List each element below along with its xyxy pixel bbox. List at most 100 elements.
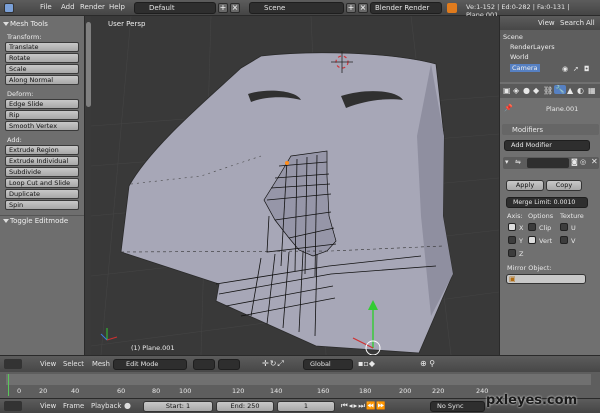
snap-icons[interactable]: ⊕ ⚲ xyxy=(420,359,435,368)
u-label: U xyxy=(571,224,576,232)
texture-tab-icon[interactable]: ▦ xyxy=(588,86,596,95)
visibility-eye-icon[interactable]: ◉ xyxy=(562,65,568,73)
menu-file[interactable]: File xyxy=(40,3,52,11)
u-checkbox[interactable] xyxy=(560,223,568,231)
current-frame-field[interactable]: 1 xyxy=(277,401,335,412)
select-arrow-icon[interactable]: ➚ xyxy=(573,65,579,73)
3d-viewport[interactable]: User Persp (1) Plane.001 xyxy=(91,16,499,355)
select-mode-icons[interactable]: ▪▫◆ xyxy=(358,359,375,368)
show-viewport-icon[interactable]: ◎ xyxy=(580,158,586,166)
merge-limit-field[interactable]: Merge Limit: 0.0010 xyxy=(506,197,588,208)
outliner-item-world[interactable]: World xyxy=(510,53,529,61)
scale-button[interactable]: Scale xyxy=(5,64,79,74)
layout-delete-button[interactable]: × xyxy=(230,3,240,13)
shading-select[interactable] xyxy=(193,359,215,370)
modifier-name-field[interactable] xyxy=(527,158,569,168)
translate-button[interactable]: Translate xyxy=(5,42,79,52)
scene-tab-icon[interactable]: ◈ xyxy=(513,86,519,95)
view3d-editor-type-icon[interactable] xyxy=(4,359,22,369)
scene-add-button[interactable]: + xyxy=(346,3,356,13)
scene-delete-button[interactable]: × xyxy=(358,3,368,13)
pivot-select[interactable] xyxy=(218,359,240,370)
object-tab-icon[interactable]: ◆ xyxy=(533,86,539,95)
timeline-tick: 200 xyxy=(399,387,412,395)
vert-checkbox[interactable] xyxy=(528,236,536,244)
axis-x-label: X xyxy=(519,224,524,232)
menu-help[interactable]: Help xyxy=(109,3,125,11)
mesh-tools-header[interactable]: Mesh Tools xyxy=(0,19,84,30)
playback-controls-icons[interactable]: ⏮◂▸⏭⏪⏩ xyxy=(341,401,387,411)
rip-button[interactable]: Rip xyxy=(5,110,79,120)
world-tab-icon[interactable]: ● xyxy=(523,86,530,95)
edge-slide-button[interactable]: Edge Slide xyxy=(5,99,79,109)
smooth-vertex-button[interactable]: Smooth Vertex xyxy=(5,121,79,131)
menu-render[interactable]: Render xyxy=(80,3,105,11)
add-modifier-select[interactable]: Add Modifier xyxy=(504,140,590,151)
pin-icon[interactable]: 📌 xyxy=(504,104,513,112)
data-tab-icon[interactable]: ▲ xyxy=(567,86,573,95)
constraints-tab-icon[interactable]: ⛓ xyxy=(543,86,553,95)
outliner-item-camera[interactable]: Camera xyxy=(510,64,540,72)
timeline-tick: 140 xyxy=(270,387,283,395)
mesh-menu[interactable]: Mesh xyxy=(92,360,110,368)
apply-label: Apply xyxy=(515,181,535,189)
outliner-item-scene[interactable]: Scene xyxy=(503,33,523,41)
properties-editor: ▣ ◈ ● ◆ ⛓ 🔧 ▲ ◐ ▦ 📌 Plane.001 Modifiers … xyxy=(499,82,600,355)
record-icon[interactable]: ● xyxy=(124,401,131,410)
sync-select[interactable]: No Sync xyxy=(430,401,485,412)
clip-checkbox[interactable] xyxy=(528,223,536,231)
remove-modifier-icon[interactable]: ✕ xyxy=(591,157,598,166)
copy-button[interactable]: Copy xyxy=(546,180,582,191)
render-engine-select[interactable]: Blender Render xyxy=(370,2,442,14)
mirror-object-field[interactable]: ▣ xyxy=(506,274,586,284)
editor-type-icon[interactable] xyxy=(4,3,14,13)
outliner-renderlayers-label: RenderLayers xyxy=(510,43,555,51)
outliner-filter-select[interactable]: All xyxy=(586,19,595,27)
timeline-view-menu[interactable]: View xyxy=(40,402,56,410)
toggle-editmode-header[interactable]: Toggle Editmode xyxy=(0,215,84,226)
scene-select[interactable]: Scene xyxy=(249,2,344,14)
axis-label: Axis: xyxy=(507,212,523,220)
show-render-icon[interactable]: ◙ xyxy=(571,158,578,166)
menu-add[interactable]: Add xyxy=(61,3,75,11)
end-frame-field[interactable]: End: 250 xyxy=(216,401,274,412)
material-tab-icon[interactable]: ◐ xyxy=(577,86,584,95)
timeline-editor-type-icon[interactable] xyxy=(4,401,22,411)
mode-select[interactable]: Edit Mode xyxy=(113,359,187,370)
view-menu[interactable]: View xyxy=(40,360,56,368)
axis-z-checkbox[interactable] xyxy=(508,249,516,257)
merge-limit-value: Merge Limit: 0.0010 xyxy=(513,199,576,206)
v-checkbox[interactable] xyxy=(560,236,568,244)
current-frame-marker[interactable] xyxy=(8,374,9,396)
subdivide-button[interactable]: Subdivide xyxy=(5,167,79,177)
layout-select[interactable]: Default xyxy=(134,2,216,14)
axis-y-label: Y xyxy=(519,237,523,245)
start-frame-field[interactable]: Start: 1 xyxy=(143,401,213,412)
axis-x-checkbox[interactable] xyxy=(508,223,516,231)
apply-button[interactable]: Apply xyxy=(506,180,544,191)
extrude-individual-button[interactable]: Extrude Individual xyxy=(5,156,79,166)
outliner-item-renderlayers[interactable]: RenderLayers xyxy=(510,43,555,51)
layout-name: Default xyxy=(149,4,175,12)
collapse-arrow-icon[interactable]: ▾ xyxy=(505,158,509,166)
render-tab-icon[interactable]: ▣ xyxy=(503,86,511,95)
orientation-select[interactable]: Global xyxy=(303,359,353,370)
spin-button[interactable]: Spin xyxy=(5,200,79,210)
modifiers-tab-icon[interactable]: 🔧 xyxy=(554,85,566,94)
duplicate-button[interactable]: Duplicate xyxy=(5,189,79,199)
timeline-playback-menu[interactable]: Playback xyxy=(91,402,121,410)
extrude-region-button[interactable]: Extrude Region xyxy=(5,145,79,155)
manipulator-icons[interactable]: ✛↻⤢ xyxy=(262,359,285,369)
rotate-button[interactable]: Rotate xyxy=(5,53,79,63)
axis-y-checkbox[interactable] xyxy=(508,236,516,244)
loop-cut-button[interactable]: Loop Cut and Slide xyxy=(5,178,79,188)
along-normal-button[interactable]: Along Normal xyxy=(5,75,79,85)
timeline-frame-menu[interactable]: Frame xyxy=(63,402,84,410)
tool-shelf: Mesh Tools Transform: Translate Rotate S… xyxy=(0,16,85,355)
outliner-search-menu[interactable]: Search xyxy=(560,19,584,27)
modifiers-panel-header[interactable]: Modifiers xyxy=(502,124,599,135)
outliner-view-menu[interactable]: View xyxy=(538,19,555,27)
layout-add-button[interactable]: + xyxy=(218,3,228,13)
render-camera-icon[interactable]: ◘ xyxy=(584,65,590,73)
select-menu[interactable]: Select xyxy=(63,360,84,368)
